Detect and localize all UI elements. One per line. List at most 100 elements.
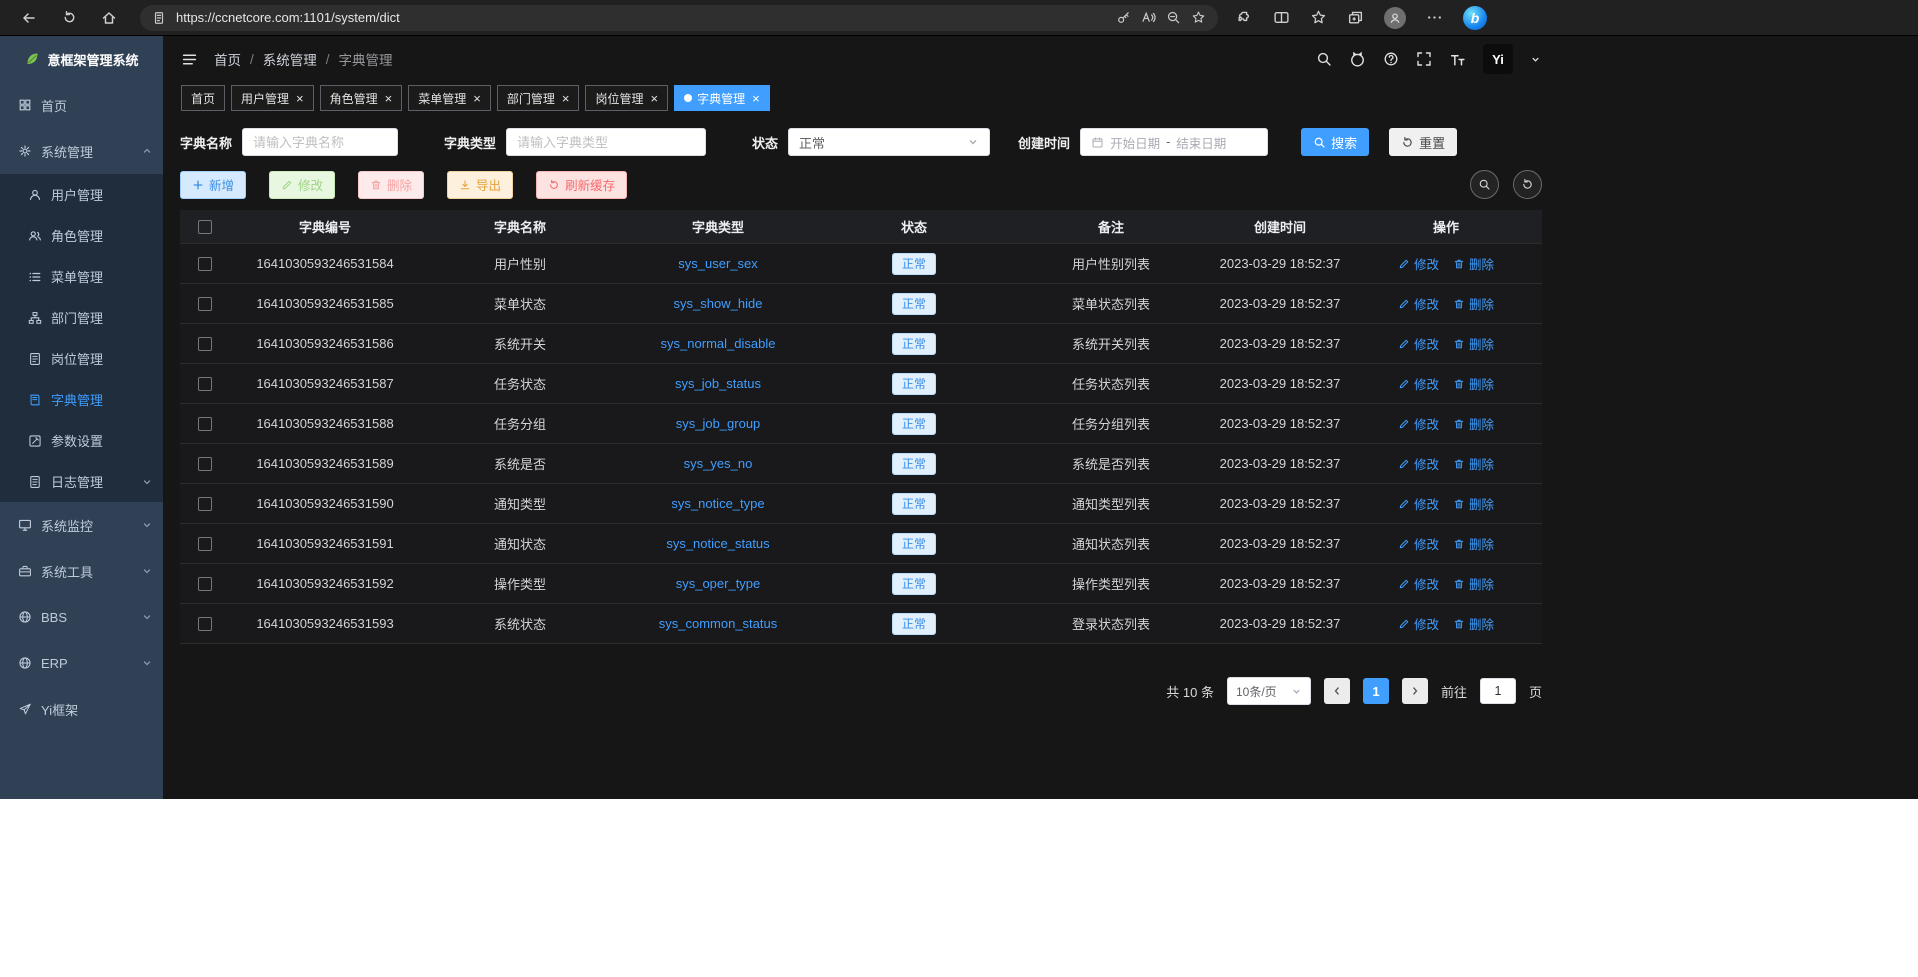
dict-type-link[interactable]: sys_notice_type <box>671 496 764 511</box>
row-checkbox[interactable] <box>198 417 212 431</box>
tab-close-icon[interactable]: × <box>296 92 304 105</box>
row-checkbox[interactable] <box>198 297 212 311</box>
tab[interactable]: 角色管理 × <box>320 85 403 111</box>
row-edit-link[interactable]: 修改 <box>1398 414 1439 433</box>
row-delete-link[interactable]: 删除 <box>1453 294 1494 313</box>
sidebar-item-log-management[interactable]: 日志管理 <box>0 461 163 502</box>
row-delete-link[interactable]: 删除 <box>1453 454 1494 473</box>
bing-icon[interactable]: b <box>1463 6 1487 30</box>
row-delete-link[interactable]: 删除 <box>1453 574 1494 593</box>
dict-type-link[interactable]: sys_job_group <box>676 416 761 431</box>
password-key-icon[interactable] <box>1116 10 1131 25</box>
tab[interactable]: 部门管理 × <box>497 85 580 111</box>
tab-close-icon[interactable]: × <box>650 92 658 105</box>
dict-type-link[interactable]: sys_oper_type <box>676 576 761 591</box>
browser-home-button[interactable] <box>92 4 126 32</box>
favorite-star-icon[interactable] <box>1191 10 1206 25</box>
row-delete-link[interactable]: 删除 <box>1453 534 1494 553</box>
row-checkbox[interactable] <box>198 257 212 271</box>
row-checkbox[interactable] <box>198 537 212 551</box>
sidebar-item-system-monitor[interactable]: 系统监控 <box>0 502 163 548</box>
tab-close-icon[interactable]: × <box>385 92 393 105</box>
breadcrumb-system[interactable]: 系统管理 <box>263 49 317 69</box>
row-delete-link[interactable]: 删除 <box>1453 414 1494 433</box>
refresh-cache-button[interactable]: 刷新缓存 <box>536 171 627 199</box>
dict-type-link[interactable]: sys_job_status <box>675 376 761 391</box>
github-icon[interactable] <box>1349 51 1366 68</box>
row-checkbox[interactable] <box>198 377 212 391</box>
zoom-out-icon[interactable] <box>1166 10 1181 25</box>
row-delete-link[interactable]: 删除 <box>1453 494 1494 513</box>
row-checkbox[interactable] <box>198 617 212 631</box>
date-range-picker[interactable]: 开始日期 - 结束日期 <box>1080 128 1268 156</box>
sidebar-item-yi-framework[interactable]: Yi框架 <box>0 686 163 732</box>
export-button[interactable]: 导出 <box>447 171 513 199</box>
sidebar-item-department-management[interactable]: 部门管理 <box>0 297 163 338</box>
row-edit-link[interactable]: 修改 <box>1398 574 1439 593</box>
sidebar-item-system-tools[interactable]: 系统工具 <box>0 548 163 594</box>
select-all-checkbox[interactable] <box>198 220 212 234</box>
row-edit-link[interactable]: 修改 <box>1398 494 1439 513</box>
dict-name-input[interactable] <box>242 128 398 156</box>
sidebar-toggle-icon[interactable] <box>181 51 198 68</box>
tab[interactable]: 菜单管理 × <box>408 85 491 111</box>
user-avatar[interactable]: Yi <box>1483 44 1513 74</box>
dict-type-link[interactable]: sys_notice_status <box>666 536 769 551</box>
add-button[interactable]: 新增 <box>180 171 246 199</box>
tab-close-icon[interactable]: × <box>752 92 760 105</box>
page-size-select[interactable]: 10条/页 <box>1227 677 1311 705</box>
row-checkbox[interactable] <box>198 337 212 351</box>
sidebar-item-dict-management[interactable]: 字典管理 <box>0 379 163 420</box>
row-delete-link[interactable]: 删除 <box>1453 374 1494 393</box>
delete-button[interactable]: 删除 <box>358 171 424 199</box>
browser-refresh-button[interactable] <box>52 4 86 32</box>
row-delete-link[interactable]: 删除 <box>1453 334 1494 353</box>
row-edit-link[interactable]: 修改 <box>1398 374 1439 393</box>
row-edit-link[interactable]: 修改 <box>1398 334 1439 353</box>
row-checkbox[interactable] <box>198 457 212 471</box>
dict-type-link[interactable]: sys_show_hide <box>674 296 763 311</box>
help-icon[interactable] <box>1383 51 1399 67</box>
row-edit-link[interactable]: 修改 <box>1398 614 1439 633</box>
row-edit-link[interactable]: 修改 <box>1398 534 1439 553</box>
dict-type-link[interactable]: sys_user_sex <box>678 256 757 271</box>
dict-type-link[interactable]: sys_common_status <box>659 616 778 631</box>
reset-button[interactable]: 重置 <box>1389 128 1457 156</box>
dict-type-link[interactable]: sys_yes_no <box>684 456 753 471</box>
row-delete-link[interactable]: 删除 <box>1453 254 1494 273</box>
extensions-icon[interactable] <box>1236 9 1253 26</box>
favorites-bar-icon[interactable] <box>1310 9 1327 26</box>
goto-page-input[interactable]: 1 <box>1480 678 1516 704</box>
dict-type-link[interactable]: sys_normal_disable <box>661 336 776 351</box>
font-size-icon[interactable] <box>1449 51 1466 68</box>
search-icon[interactable] <box>1316 51 1332 67</box>
toggle-search-button[interactable] <box>1470 170 1499 199</box>
row-edit-link[interactable]: 修改 <box>1398 254 1439 273</box>
browser-profile-avatar[interactable] <box>1384 7 1406 29</box>
sidebar-item-role-management[interactable]: 角色管理 <box>0 215 163 256</box>
split-screen-icon[interactable] <box>1273 9 1290 26</box>
tab[interactable]: 首页 × <box>181 85 225 111</box>
row-checkbox[interactable] <box>198 497 212 511</box>
avatar-dropdown-icon[interactable] <box>1530 54 1541 65</box>
sidebar-item-bbs[interactable]: BBS <box>0 594 163 640</box>
breadcrumb-home[interactable]: 首页 <box>214 49 241 69</box>
status-select[interactable]: 正常 <box>788 128 990 156</box>
prev-page-button[interactable] <box>1324 678 1350 704</box>
tab[interactable]: 字典管理 × <box>674 85 770 111</box>
browser-back-button[interactable] <box>12 4 46 32</box>
row-checkbox[interactable] <box>198 577 212 591</box>
tab-close-icon[interactable]: × <box>473 92 481 105</box>
sidebar-item-erp[interactable]: ERP <box>0 640 163 686</box>
sidebar-item-system-management[interactable]: 系统管理 <box>0 128 163 174</box>
sidebar-item-post-management[interactable]: 岗位管理 <box>0 338 163 379</box>
tab[interactable]: 用户管理 × <box>231 85 314 111</box>
sidebar-item-parameter-settings[interactable]: 参数设置 <box>0 420 163 461</box>
row-edit-link[interactable]: 修改 <box>1398 294 1439 313</box>
fullscreen-icon[interactable] <box>1416 51 1432 67</box>
edit-button[interactable]: 修改 <box>269 171 335 199</box>
refresh-table-button[interactable] <box>1513 170 1542 199</box>
search-button[interactable]: 搜索 <box>1301 128 1369 156</box>
tab-close-icon[interactable]: × <box>562 92 570 105</box>
collections-icon[interactable] <box>1347 9 1364 26</box>
